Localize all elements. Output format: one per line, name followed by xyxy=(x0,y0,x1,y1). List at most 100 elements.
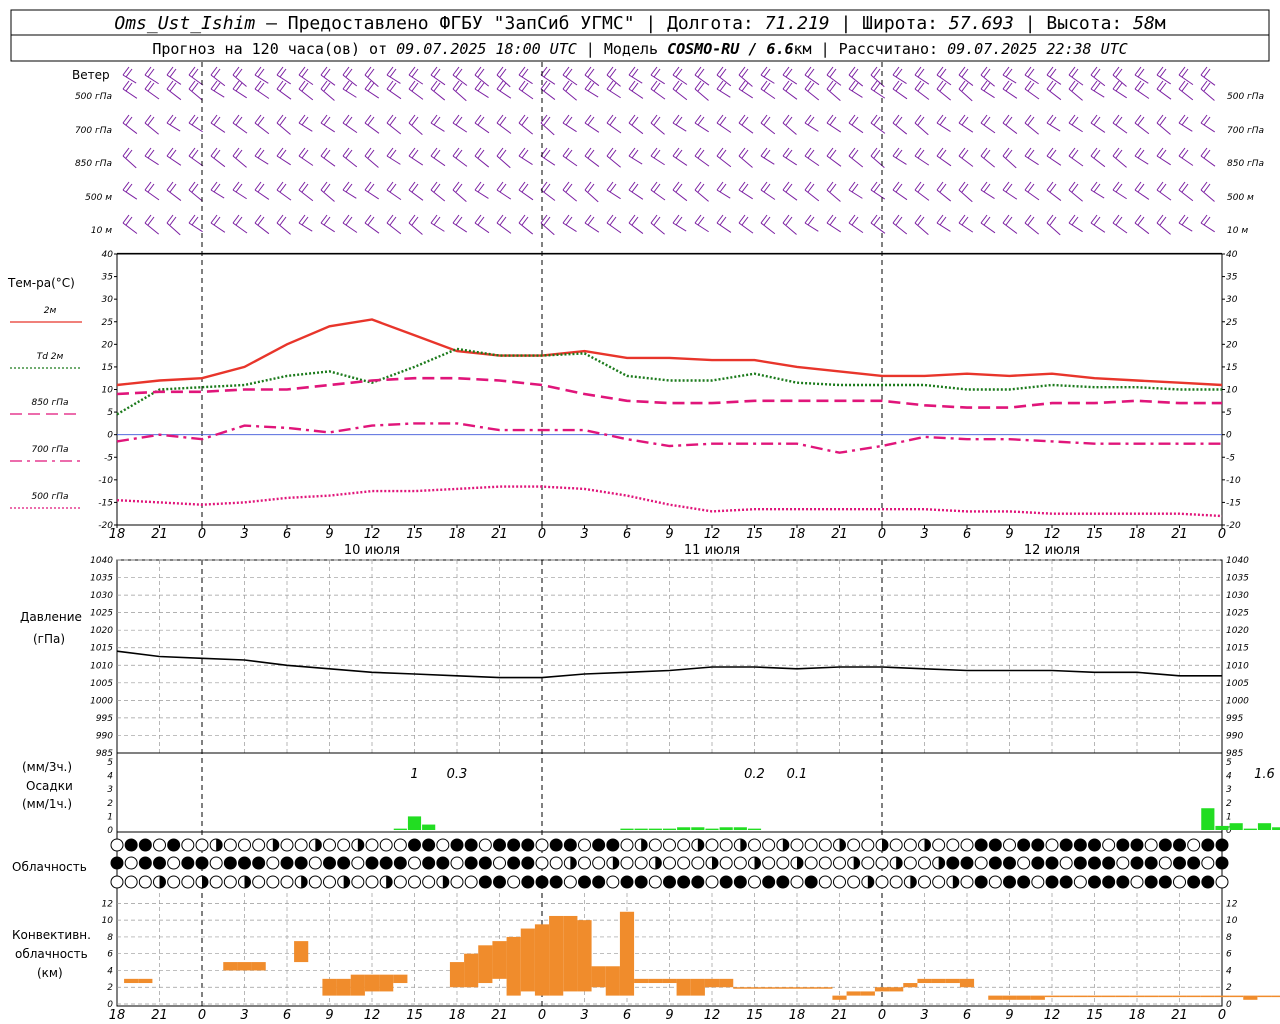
wind-barb-shaft xyxy=(914,155,930,166)
wind-barb-shaft xyxy=(386,74,401,84)
wind-barb-shaft xyxy=(276,155,291,166)
xtick-label-bottom: 0 xyxy=(538,1008,546,1023)
conv-bar xyxy=(874,987,890,992)
wind-barb-shaft xyxy=(254,88,270,99)
cloud-cover-symbol xyxy=(436,838,450,852)
wind-barb-shaft xyxy=(474,155,490,168)
pressure-ytick-right: 1035 xyxy=(1226,574,1249,584)
conv-bar xyxy=(464,953,479,988)
cloud-cover-symbol xyxy=(252,838,266,852)
wind-barb-shaft xyxy=(276,88,292,100)
conv-title-2: облачность xyxy=(15,947,88,961)
wind-level-label-left: 10 м xyxy=(91,226,112,236)
precip-title-1: (мм/3ч.) xyxy=(22,760,72,774)
xtick-label-bottom: 0 xyxy=(878,1008,886,1023)
cloud-cover-fill xyxy=(1046,876,1058,888)
cloud-cover-fill xyxy=(493,876,506,888)
wind-barb-shaft xyxy=(650,88,666,100)
wind-barb-shaft xyxy=(188,74,204,86)
wind-barb-shaft xyxy=(1134,189,1150,200)
wind-barb-shaft xyxy=(298,88,314,101)
wind-barb-shaft xyxy=(518,122,534,135)
conv-ytick-right: 12 xyxy=(1226,899,1238,909)
cloud-cover-half xyxy=(896,857,903,869)
wind-barb-shaft xyxy=(1200,74,1216,86)
cloud-cover-half xyxy=(712,857,718,869)
wind-barb-shaft xyxy=(562,189,578,202)
pressure-ytick-right: 1030 xyxy=(1226,591,1249,601)
xtick-label-top: 21 xyxy=(491,527,508,542)
cloud-cover-fill xyxy=(139,839,152,851)
wind-barb-shaft xyxy=(144,74,159,85)
meteogram: Oms_Ust_Ishim — Предоставлено ФГБУ "ЗапС… xyxy=(7,9,1280,1023)
wind-barb-shaft xyxy=(958,122,974,133)
cloud-cover-half xyxy=(386,876,393,888)
cloud-cover-symbol xyxy=(1073,875,1087,889)
wind-barb-shaft xyxy=(1112,122,1128,134)
wind-barb-shaft xyxy=(364,74,379,88)
cloud-cover-fill xyxy=(691,876,704,888)
conv-bar xyxy=(690,978,705,996)
cloud-cover-half xyxy=(839,839,846,851)
wind-barbs xyxy=(122,66,1216,236)
cloud-cover-symbol xyxy=(889,838,903,852)
wind-barb-shaft xyxy=(364,122,380,134)
wind-barb-shaft xyxy=(452,122,468,133)
wind-barb-shaft xyxy=(1156,222,1171,235)
precip-ytick-right: 4 xyxy=(1226,772,1232,782)
wind-barb-shaft xyxy=(1024,122,1039,135)
conv-bar xyxy=(1059,995,1074,998)
wind-barb-shaft xyxy=(518,155,533,165)
conv-bar xyxy=(492,941,507,979)
conv-bar xyxy=(818,987,833,989)
cloud-cover-fill xyxy=(1088,839,1101,851)
cloud-cover-fill xyxy=(1003,857,1016,869)
cloud-cover-symbol xyxy=(818,838,832,852)
xtick-label-bottom: 6 xyxy=(283,1008,291,1023)
wind-barb-shaft xyxy=(232,88,247,99)
model-unit: км xyxy=(794,40,812,58)
wind-level-labels: 500 гПа 500 гПа 700 гПа 700 гПа 850 гПа 850 г… xyxy=(75,92,1264,236)
wind-barb-shaft xyxy=(1090,74,1106,87)
pressure-ytick-right: 1040 xyxy=(1226,556,1249,566)
temp-ytick-right: -15 xyxy=(1226,498,1241,508)
wind-barb-shaft xyxy=(474,74,490,87)
cloud-cover-fill xyxy=(1201,839,1214,851)
wind-barb-shaft xyxy=(1200,88,1215,101)
conv-bar xyxy=(1271,995,1280,998)
wind-barb-shaft xyxy=(540,155,556,166)
cloud-cover-symbol xyxy=(818,875,832,889)
cloud-cover-symbol xyxy=(960,838,974,852)
wind-barb-shaft xyxy=(496,122,512,134)
cloud-cover-half xyxy=(782,839,789,851)
cloud-cover-fill xyxy=(181,857,194,869)
conv-bar xyxy=(761,987,776,989)
temp-ytick-right: 30 xyxy=(1226,295,1238,305)
temp-legend-label: 500 гПа xyxy=(31,492,68,502)
conv-bar xyxy=(591,966,606,988)
wind-barb-shaft xyxy=(320,122,336,133)
cloud-cover-symbol xyxy=(677,856,691,870)
wind-barb-shaft xyxy=(540,88,556,100)
wind-barb-shaft xyxy=(1024,155,1039,166)
wind-barb-shaft xyxy=(364,189,380,200)
conv-bar xyxy=(577,920,592,992)
cloud-cover-fill xyxy=(1187,876,1200,888)
wind-barb-shaft xyxy=(430,155,446,167)
wind-barb-shaft xyxy=(276,189,292,201)
temp-ytick-right: 25 xyxy=(1226,318,1238,328)
xtick-label-bottom: 15 xyxy=(406,1008,423,1023)
wind-barb-shaft xyxy=(804,122,819,132)
alt-label: | Высота: xyxy=(1014,13,1133,34)
cloud-cover-symbol xyxy=(847,875,861,889)
conv-bar xyxy=(478,945,493,984)
precip-bar xyxy=(662,828,677,830)
wind-barb-shaft xyxy=(650,222,665,235)
wind-barb-shaft xyxy=(1156,122,1171,135)
precip-total-label: 1 xyxy=(410,767,418,782)
precip-bar xyxy=(1201,808,1215,830)
xtick-label-bottom: 3 xyxy=(580,1008,588,1023)
wind-barb-shaft xyxy=(496,74,511,88)
wind-barb-shaft xyxy=(364,155,379,168)
wind-barb-shaft xyxy=(254,155,269,165)
